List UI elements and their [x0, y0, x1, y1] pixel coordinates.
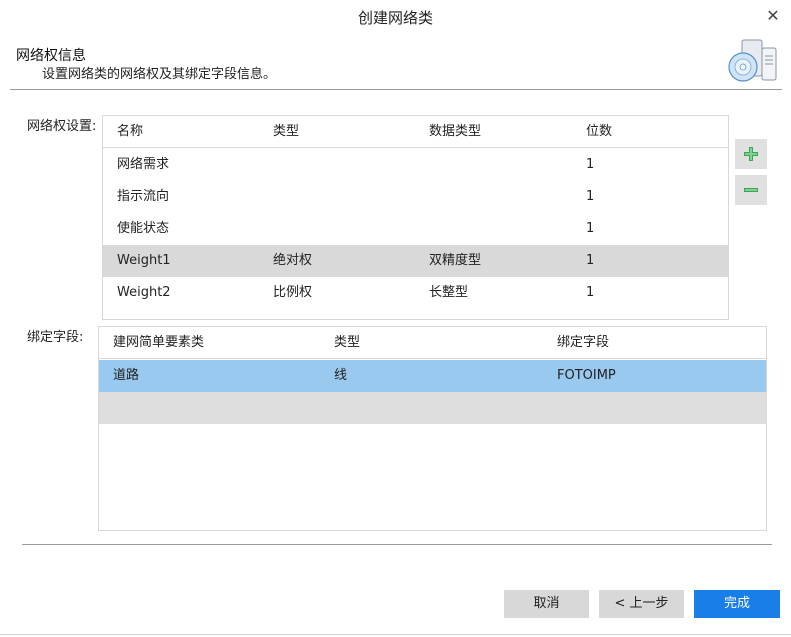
bindings-table-header: 建网简单要素类 类型 绑定字段: [99, 327, 766, 359]
col-binding-field[interactable]: 绑定字段: [557, 327, 609, 359]
disc-computer-icon: [726, 38, 780, 84]
col-data-type[interactable]: 数据类型: [429, 116, 481, 148]
table-row[interactable]: 指示流向 1: [103, 181, 728, 213]
close-icon[interactable]: ✕: [763, 6, 783, 26]
col-bits[interactable]: 位数: [586, 116, 612, 148]
weights-label: 网络权设置:: [27, 119, 97, 134]
col-type[interactable]: 类型: [273, 116, 299, 148]
weights-table[interactable]: 名称 类型 数据类型 位数 网络需求 1 指示流向 1 使能状态 1 Weigh…: [102, 115, 729, 320]
table-row[interactable]: 使能状态 1: [103, 213, 728, 245]
add-weight-button[interactable]: [735, 139, 767, 169]
back-button[interactable]: < 上一步: [599, 590, 684, 618]
header-title: 网络权信息: [16, 48, 86, 64]
plus-icon: [744, 147, 758, 161]
title-bar: 创建网络类 ✕: [0, 0, 791, 34]
window-title: 创建网络类: [357, 9, 433, 27]
footer-separator: [22, 544, 772, 545]
col-name[interactable]: 名称: [117, 116, 143, 148]
window-bottom-edge: [0, 634, 791, 635]
remove-weight-button[interactable]: [735, 175, 767, 205]
weights-table-header: 名称 类型 数据类型 位数: [103, 116, 728, 148]
bindings-table[interactable]: 建网简单要素类 类型 绑定字段 道路 线 FOTOIMP: [98, 326, 767, 531]
header-separator: [10, 89, 782, 90]
table-row[interactable]: Weight2 比例权 长整型 1: [103, 277, 728, 309]
minus-icon: [744, 188, 758, 192]
table-row[interactable]: 网络需求 1: [103, 149, 728, 181]
col-feature-class[interactable]: 建网简单要素类: [113, 327, 204, 359]
finish-button[interactable]: 完成: [694, 590, 780, 618]
table-row-selected[interactable]: Weight1 绝对权 双精度型 1: [103, 245, 728, 277]
bindings-label: 绑定字段:: [27, 330, 84, 345]
table-row[interactable]: [99, 392, 766, 424]
cancel-button[interactable]: 取消: [504, 590, 589, 618]
col-binding-type[interactable]: 类型: [334, 327, 360, 359]
header-subtitle: 设置网络类的网络权及其绑定字段信息。: [42, 67, 277, 82]
table-row-selected[interactable]: 道路 线 FOTOIMP: [99, 360, 766, 392]
